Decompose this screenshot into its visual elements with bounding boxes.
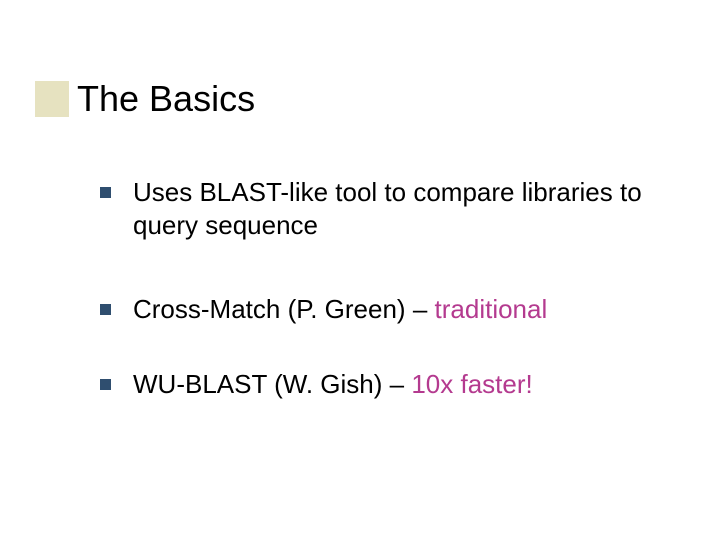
- bullet-item: Cross-Match (P. Green) – traditional: [100, 293, 660, 326]
- bullet-item: WU-BLAST (W. Gish) – 10x faster!: [100, 368, 660, 401]
- square-bullet-icon: [100, 187, 111, 198]
- square-bullet-icon: [100, 379, 111, 390]
- bullet-text: Cross-Match (P. Green) – traditional: [133, 293, 547, 326]
- slide: The Basics Uses BLAST-like tool to compa…: [0, 0, 720, 540]
- bullet-text-pre: WU-BLAST (W. Gish) –: [133, 369, 411, 399]
- bullet-text: Uses BLAST-like tool to compare librarie…: [133, 176, 660, 243]
- bullet-text-pre: Cross-Match (P. Green) –: [133, 294, 435, 324]
- bullet-text-pre: Uses BLAST-like tool to compare librarie…: [133, 177, 642, 240]
- title-row: The Basics: [35, 78, 255, 120]
- title-accent-block: [35, 81, 69, 117]
- content-area: Uses BLAST-like tool to compare librarie…: [100, 176, 660, 443]
- square-bullet-icon: [100, 304, 111, 315]
- bullet-item: Uses BLAST-like tool to compare librarie…: [100, 176, 660, 243]
- slide-title: The Basics: [77, 78, 255, 120]
- bullet-text: WU-BLAST (W. Gish) – 10x faster!: [133, 368, 533, 401]
- bullet-text-highlight: traditional: [435, 294, 548, 324]
- bullet-text-highlight: 10x faster!: [411, 369, 532, 399]
